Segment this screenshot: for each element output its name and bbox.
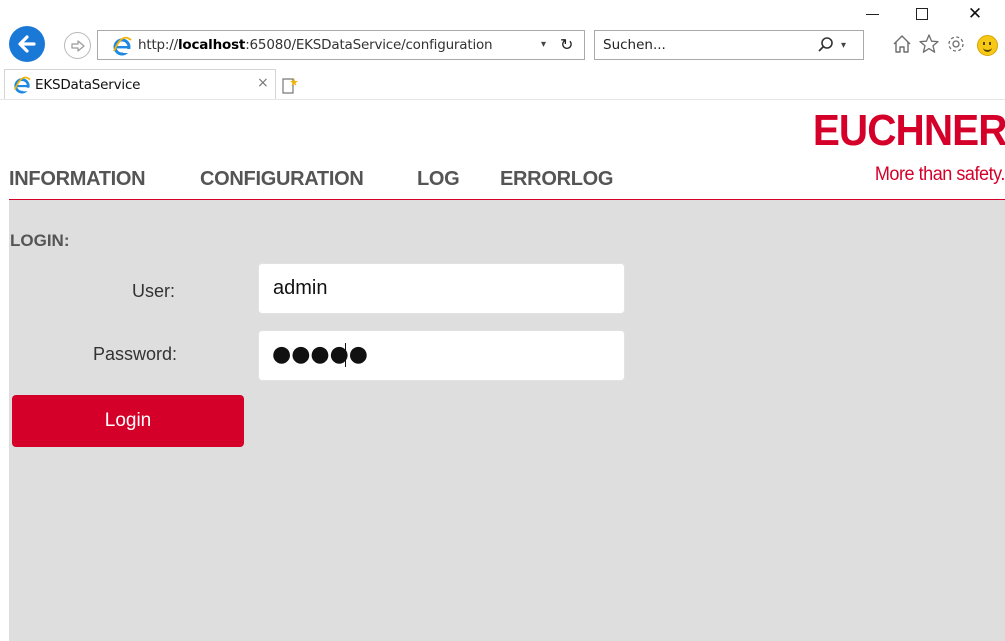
smiley-face [977,35,998,56]
search-icon[interactable] [817,36,835,58]
euchner-logo: EUCHNER [813,106,1005,155]
search-box[interactable]: Suchen... ▾ [594,30,864,60]
url-host: localhost [177,37,246,53]
back-arrow-icon [18,35,36,53]
url-text: http://localhost:65080/EKSDataService/co… [138,37,493,53]
tabstrip-divider [0,99,1005,100]
url-path: :65080/EKSDataService/configuration [245,37,493,53]
address-dropdown-icon[interactable]: ▾ [541,39,546,50]
user-input[interactable] [258,263,625,314]
home-icon[interactable] [890,33,914,57]
search-placeholder: Suchen... [603,37,666,53]
ie-tab-icon [13,76,31,98]
nav-item-information[interactable]: INFORMATION [9,168,146,191]
window-controls: ✕ [855,0,1005,28]
maximize-button[interactable] [907,2,937,26]
url-prefix: http:// [138,37,178,53]
login-button[interactable]: Login [12,395,244,447]
minimize-icon [865,14,879,15]
tab-close-icon[interactable]: × [257,75,269,91]
nav-item-configuration[interactable]: CONFIGURATION [200,168,364,191]
smiley-feedback-icon[interactable] [974,33,1005,57]
text-caret [345,343,346,367]
settings-gear-icon[interactable] [944,33,968,57]
password-label: Password: [92,344,177,364]
minimize-button[interactable] [857,2,887,26]
maximize-icon [916,8,928,20]
close-window-button[interactable]: ✕ [960,2,990,26]
password-input[interactable] [258,330,625,381]
refresh-icon[interactable]: ↻ [560,35,573,54]
search-dropdown-icon[interactable]: ▾ [841,40,846,51]
brand-tagline: More than safety. [874,164,1005,185]
browser-tab[interactable]: EKSDataService × [4,69,276,100]
nav-item-errorlog[interactable]: ERRORLOG [500,168,613,191]
login-panel: LOGIN: User: Password: ●●●●● Login [9,200,1005,641]
back-button[interactable] [9,26,45,62]
ie-page-icon [112,36,132,56]
favorites-star-icon[interactable] [917,33,941,57]
new-tab-icon[interactable] [280,76,300,96]
forward-arrow-icon [71,40,85,52]
login-heading: LOGIN: [10,231,70,250]
nav-item-log[interactable]: LOG [417,168,460,191]
address-bar[interactable]: http://localhost:65080/EKSDataService/co… [97,30,585,60]
close-icon: ✕ [967,4,983,24]
forward-button[interactable] [64,32,91,59]
tab-title: EKSDataService [35,77,141,93]
user-label: User: [131,281,175,301]
